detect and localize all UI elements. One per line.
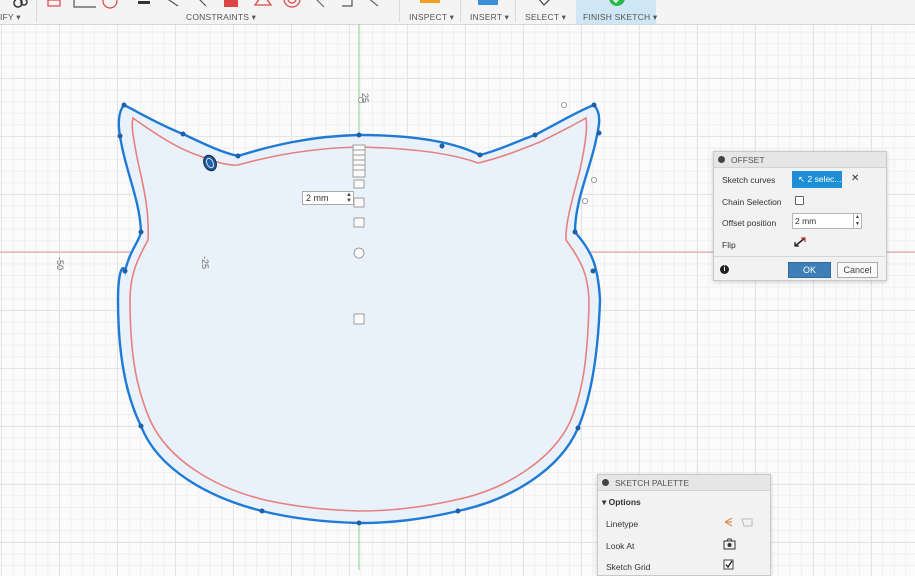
- sketch-curves-selection-button[interactable]: ↖ 2 selec...: [792, 171, 842, 188]
- sketch-point[interactable]: [121, 102, 127, 108]
- sketch-point[interactable]: [477, 152, 483, 158]
- offset-dialog-header[interactable]: OFFSET: [714, 152, 886, 168]
- sketch-point[interactable]: [532, 132, 538, 138]
- collapse-icon[interactable]: [602, 479, 609, 486]
- sketch-palette: SKETCH PALETTE ▾ Options Linetype Look A…: [597, 474, 771, 576]
- sketch-point[interactable]: [138, 229, 144, 235]
- flip-label: Flip: [722, 240, 736, 250]
- offset-dialog-footer: i OK Cancel: [714, 256, 885, 281]
- cancel-button[interactable]: Cancel: [837, 262, 878, 278]
- sketch-point[interactable]: [596, 130, 602, 136]
- sketch-point[interactable]: [356, 520, 362, 526]
- sketch-point[interactable]: [590, 268, 596, 274]
- offset-position-label: Offset position: [722, 218, 777, 228]
- options-section-header[interactable]: ▾ Options: [602, 497, 641, 508]
- linetype-icon[interactable]: [722, 516, 756, 528]
- sketch-palette-header[interactable]: SKETCH PALETTE: [598, 475, 770, 491]
- sketch-point[interactable]: [575, 425, 581, 431]
- sketch-grid-label: Sketch Grid: [606, 562, 651, 572]
- sketch-point[interactable]: [259, 508, 265, 514]
- sketch-point[interactable]: [591, 102, 597, 108]
- offset-dimension-input[interactable]: 2 mm ▲ ▼: [302, 191, 354, 205]
- offset-dialog: OFFSET Sketch curves ↖ 2 selec... ✕ Chai…: [713, 151, 887, 281]
- grid-label-top: 25: [360, 93, 370, 104]
- sketch-point[interactable]: [455, 508, 461, 514]
- sketch-point[interactable]: [180, 131, 186, 137]
- info-icon[interactable]: i: [720, 265, 729, 274]
- sketch-point[interactable]: [235, 153, 241, 159]
- offset-dialog-title: OFFSET: [731, 154, 765, 165]
- offset-position-input[interactable]: 2 mm: [792, 213, 854, 229]
- sketch-point[interactable]: [122, 268, 128, 274]
- offset-spinner-icon[interactable]: ▲ ▼: [854, 213, 862, 229]
- sketch-point[interactable]: [138, 423, 144, 429]
- sketch-palette-title: SKETCH PALETTE: [615, 477, 689, 488]
- chain-selection-checkbox[interactable]: [795, 196, 804, 205]
- clear-selection-close-icon[interactable]: ✕: [851, 173, 859, 184]
- look-at-icon[interactable]: [723, 538, 737, 550]
- offset-dimension-value: 2 mm: [306, 193, 329, 203]
- sketch-point[interactable]: [356, 132, 362, 138]
- sketch-curves-label: Sketch curves: [722, 175, 776, 185]
- linetype-label: Linetype: [606, 519, 639, 529]
- grid-label-neg25: -25: [200, 256, 210, 270]
- checkbox-checked-icon[interactable]: [723, 559, 735, 571]
- collapse-icon[interactable]: [718, 156, 725, 163]
- flip-icon[interactable]: [794, 237, 806, 247]
- sketch-point[interactable]: [439, 143, 445, 149]
- selection-count: 2 selec...: [807, 174, 842, 184]
- sketch-point[interactable]: [117, 133, 123, 139]
- grid-label-neg50: -50: [55, 257, 65, 271]
- sketch-point[interactable]: [572, 229, 578, 235]
- chain-selection-label: Chain Selection: [722, 197, 782, 207]
- sketch-canvas[interactable]: [0, 0, 915, 570]
- ok-button[interactable]: OK: [788, 262, 831, 278]
- dimension-spinner-icon[interactable]: ▲ ▼: [346, 192, 352, 204]
- look-at-label: Look At: [606, 541, 635, 551]
